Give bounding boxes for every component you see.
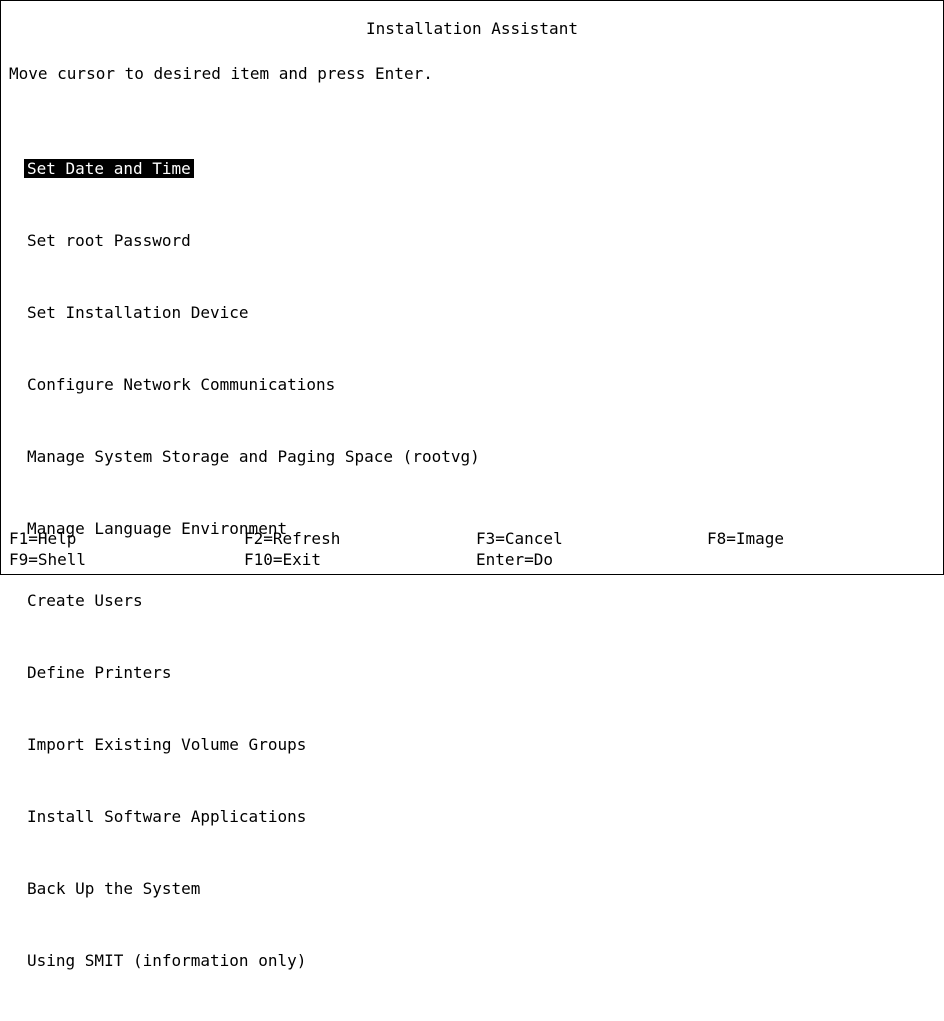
menu-item-label: Set Installation Device — [27, 303, 249, 322]
menu-item-install-software-applications[interactable]: Install Software Applications — [24, 805, 483, 829]
menu-item-label: Using SMIT (information only) — [27, 951, 307, 970]
terminal-screen: Installation Assistant Move cursor to de… — [0, 0, 944, 970]
menu-item-using-smit[interactable]: Using SMIT (information only) — [24, 949, 483, 973]
function-key-bar: F1=Help F2=Refresh F3=Cancel F8=Image F9… — [9, 527, 939, 575]
menu-item-define-printers[interactable]: Define Printers — [24, 661, 483, 685]
f8-image-key[interactable]: F8=Image — [707, 527, 784, 551]
f10-exit-key[interactable]: F10=Exit — [244, 548, 321, 572]
f9-shell-key[interactable]: F9=Shell — [9, 548, 86, 572]
menu-item-set-installation-device[interactable]: Set Installation Device — [24, 301, 483, 325]
menu-item-label: Install Software Applications — [27, 807, 307, 826]
menu-item-create-users[interactable]: Create Users — [24, 589, 483, 613]
menu-item-label: Manage System Storage and Paging Space (… — [27, 447, 480, 466]
menu-item-label: Back Up the System — [27, 879, 201, 898]
menu-item-set-root-password[interactable]: Set root Password — [24, 229, 483, 253]
menu-item-back-up-the-system[interactable]: Back Up the System — [24, 877, 483, 901]
menu-item-configure-network-communications[interactable]: Configure Network Communications — [24, 373, 483, 397]
menu-item-manage-system-storage[interactable]: Manage System Storage and Paging Space (… — [24, 445, 483, 469]
menu-item-set-date-and-time[interactable]: Set Date and Time — [24, 157, 483, 181]
instructions-text: Move cursor to desired item and press En… — [9, 64, 433, 83]
enter-do-key[interactable]: Enter=Do — [476, 548, 553, 572]
menu-item-label: Import Existing Volume Groups — [27, 735, 307, 754]
menu-item-label: Set root Password — [27, 231, 191, 250]
screen-title: Installation Assistant — [366, 19, 578, 38]
menu-item-label: Configure Network Communications — [27, 375, 336, 394]
menu-item-import-existing-volume-groups[interactable]: Import Existing Volume Groups — [24, 733, 483, 757]
menu-item-label: Set Date and Time — [24, 159, 194, 178]
